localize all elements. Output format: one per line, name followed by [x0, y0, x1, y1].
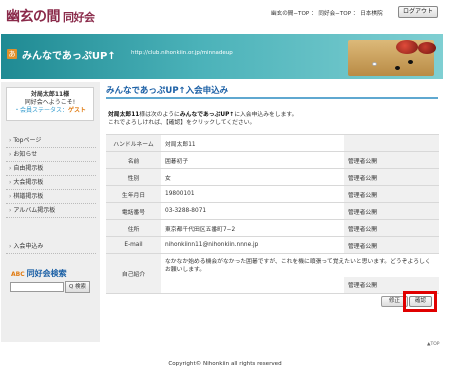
row-value: 囲碁初子 [161, 151, 344, 169]
row-value: なかなか始める機会がなかった囲碁ですが、これを機に頑張って覚えたいと思います。ど… [165, 259, 431, 274]
table-row: 電話番号 03-3288-8071 管理者公開 [106, 202, 439, 220]
go-bowl-icon [396, 40, 418, 54]
row-label: 自己紹介 [106, 253, 161, 294]
row-value: 19800101 [161, 185, 344, 203]
row-value: 対局太郎11 [161, 134, 344, 152]
club-icon: あ [7, 49, 17, 59]
application-table: ハンドルネーム 対局太郎11 名前 囲碁初子 管理者公開 性別 女 管理者公開 … [106, 134, 439, 294]
club-search-label: 同好会検索 [26, 269, 67, 278]
main-content: みんなであっぷUP↑入会申込み 対局太郎11様は次のようにみんなであっぷUP↑に… [101, 82, 443, 347]
row-public [344, 134, 439, 152]
intro-club: みんなであっぷUP↑ [179, 112, 235, 118]
go-stone-icon [372, 62, 377, 66]
site-logo[interactable]: 幽玄の間 同好会 [6, 6, 95, 26]
intro-mid: 様は次のように [139, 112, 180, 118]
logo-text: 幽玄の間 [6, 9, 61, 25]
row-public: 管理者公開 [344, 219, 439, 237]
club-url: http://club.nihonkiin.or.jp/minnadeup [131, 50, 233, 56]
status-label: ・会員ステータス： [13, 107, 68, 114]
sidebar-item-news[interactable]: お知らせ [6, 148, 96, 162]
club-search-title: ABC 同好会検索 [11, 268, 67, 279]
table-row: 自己紹介 なかなか始める機会がなかった囲碁ですが、これを機に頑張って覚えたいと思… [106, 253, 439, 294]
go-stone-icon [395, 66, 400, 70]
table-row: 生年月日 19800101 管理者公開 [106, 185, 439, 203]
intro-instruction: これでよろしければ、【確認】をクリックしてください。 [108, 120, 256, 126]
footer-copyright: Copyright© Nihonkiin all rights reserved [168, 361, 282, 367]
sidebar-item-album-board[interactable]: アルバム掲示板 [6, 204, 96, 218]
row-label: E-mail [106, 236, 161, 254]
row-public: 管理者公開 [344, 185, 439, 203]
logo-sub: 同好会 [63, 11, 95, 24]
row-value: 東京都千代田区五番町7−2 [161, 219, 344, 237]
table-row: E-mail nihonkiinn11@nihonkiin.nnne.jp 管理… [106, 236, 439, 254]
sidebar: 対局太郎11様 同好会へようこそ! ・会員ステータス：ゲスト Topページ お知… [1, 82, 100, 342]
intro-user: 対局太郎11 [108, 112, 140, 118]
sidebar-item-join[interactable]: 入会申込み [6, 240, 96, 254]
back-to-top-link[interactable]: ▲TOP [427, 342, 439, 347]
sidebar-menu: Topページ お知らせ 自由掲示板 大会掲示板 棋譜掲示板 アルバム掲示板 [6, 134, 96, 218]
confirm-button[interactable]: 確認 [409, 296, 432, 307]
row-label: 電話番号 [106, 202, 161, 220]
abc-icon: ABC [11, 271, 25, 278]
row-value: 03-3288-8071 [161, 202, 344, 220]
row-label: 住所 [106, 219, 161, 237]
page-title: みんなであっぷUP↑入会申込み [106, 86, 229, 96]
table-row: 住所 東京都千代田区五番町7−2 管理者公開 [106, 219, 439, 237]
row-label: 生年月日 [106, 185, 161, 203]
sidebar-join: 入会申込み [6, 240, 96, 254]
sidebar-item-top[interactable]: Topページ [6, 134, 96, 148]
row-label: ハンドルネーム [106, 134, 161, 152]
status-value: ゲスト [68, 107, 87, 114]
row-public: 管理者公開 [344, 168, 439, 186]
club-title: みんなであっぷUP↑ [22, 51, 116, 62]
row-label: 性別 [106, 168, 161, 186]
intro-text: 対局太郎11様は次のようにみんなであっぷUP↑に入会申込みをします。 これでよろ… [108, 111, 433, 127]
sidebar-item-tournament-board[interactable]: 大会掲示板 [6, 176, 96, 190]
table-row: 性別 女 管理者公開 [106, 168, 439, 186]
row-public: 管理者公開 [344, 202, 439, 220]
row-value-spacer [161, 276, 344, 294]
club-search-input[interactable] [10, 282, 64, 292]
logout-button[interactable]: ログアウト [398, 6, 438, 18]
member-status: ・会員ステータス：ゲスト [7, 107, 93, 115]
row-value: nihonkiinn11@nihonkiin.nnne.jp [161, 236, 344, 254]
row-value: 女 [161, 168, 344, 186]
header: 幽玄の間 同好会 幽玄の間−TOP ： 同好会−TOP ： 日本棋院 ログアウト [0, 0, 450, 30]
top-nav-links[interactable]: 幽玄の間−TOP ： 同好会−TOP ： 日本棋院 [271, 9, 383, 17]
go-bowl-icon [418, 42, 436, 54]
user-info-box: 対局太郎11様 同好会へようこそ! ・会員ステータス：ゲスト [6, 87, 94, 121]
sidebar-item-kifu-board[interactable]: 棋譜掲示板 [6, 190, 96, 204]
club-search-button[interactable]: Q 検索 [65, 281, 90, 293]
sidebar-item-free-board[interactable]: 自由掲示板 [6, 162, 96, 176]
table-row: ハンドルネーム 対局太郎11 [106, 134, 439, 152]
intro-end: に入会申込みをします。 [234, 112, 298, 118]
row-label: 名前 [106, 151, 161, 169]
go-stone-icon [408, 60, 413, 64]
title-divider [106, 97, 438, 99]
row-public: 管理者公開 [344, 236, 439, 254]
user-name: 対局太郎11様 [30, 91, 70, 98]
table-row: 名前 囲碁初子 管理者公開 [106, 151, 439, 169]
row-public: 管理者公開 [344, 151, 439, 169]
welcome-text: 同好会へようこそ! [24, 99, 76, 106]
